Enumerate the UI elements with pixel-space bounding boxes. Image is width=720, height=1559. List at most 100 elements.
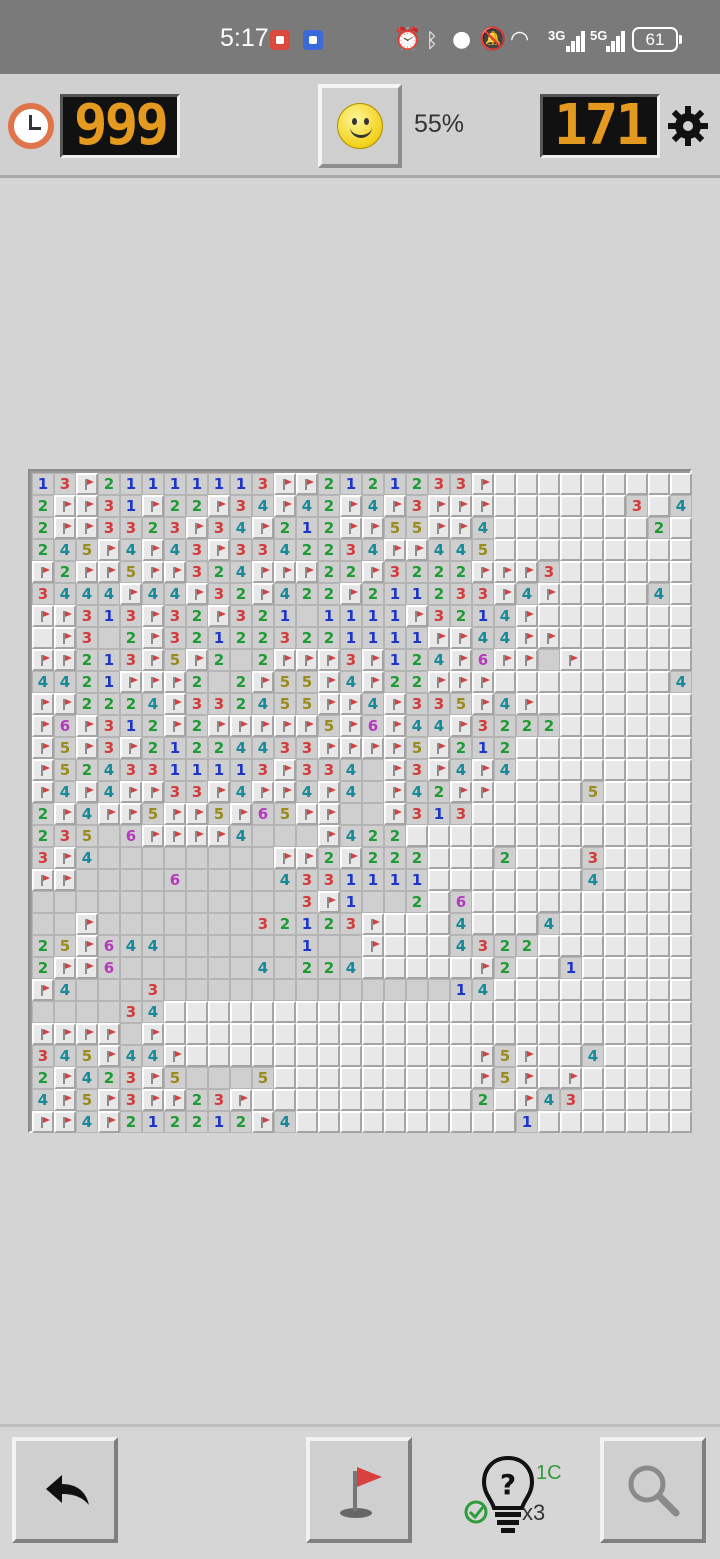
flagged-cell[interactable]	[32, 1023, 54, 1045]
number-cell[interactable]: 2	[406, 561, 428, 583]
empty-cell[interactable]	[186, 891, 208, 913]
empty-cell[interactable]	[362, 781, 384, 803]
flagged-cell[interactable]	[32, 605, 54, 627]
hidden-cell[interactable]	[582, 627, 604, 649]
hidden-cell[interactable]	[626, 759, 648, 781]
hidden-cell[interactable]	[604, 781, 626, 803]
number-cell[interactable]: 2	[318, 473, 340, 495]
number-cell[interactable]: 4	[362, 539, 384, 561]
hidden-cell[interactable]	[626, 737, 648, 759]
empty-cell[interactable]	[98, 825, 120, 847]
hidden-cell[interactable]	[582, 1001, 604, 1023]
number-cell[interactable]: 4	[296, 495, 318, 517]
flagged-cell[interactable]	[54, 627, 76, 649]
flagged-cell[interactable]	[384, 759, 406, 781]
empty-cell[interactable]	[142, 869, 164, 891]
empty-cell[interactable]	[186, 979, 208, 1001]
number-cell[interactable]: 1	[208, 759, 230, 781]
hidden-cell[interactable]	[362, 1045, 384, 1067]
hidden-cell[interactable]	[626, 693, 648, 715]
number-cell[interactable]: 2	[296, 627, 318, 649]
number-cell[interactable]: 4	[670, 671, 692, 693]
hidden-cell[interactable]	[406, 1045, 428, 1067]
hidden-cell[interactable]	[428, 957, 450, 979]
hidden-cell[interactable]	[626, 847, 648, 869]
hidden-cell[interactable]	[318, 1067, 340, 1089]
hidden-cell[interactable]	[560, 715, 582, 737]
number-cell[interactable]: 2	[494, 957, 516, 979]
number-cell[interactable]: 2	[32, 825, 54, 847]
hidden-cell[interactable]	[648, 825, 670, 847]
number-cell[interactable]: 2	[362, 825, 384, 847]
number-cell[interactable]: 3	[186, 539, 208, 561]
hidden-cell[interactable]	[230, 1001, 252, 1023]
flagged-cell[interactable]	[32, 759, 54, 781]
undo-button[interactable]	[12, 1437, 118, 1543]
number-cell[interactable]: 4	[230, 781, 252, 803]
number-cell[interactable]: 3	[472, 715, 494, 737]
number-cell[interactable]: 2	[362, 847, 384, 869]
number-cell[interactable]: 6	[252, 803, 274, 825]
flagged-cell[interactable]	[252, 517, 274, 539]
number-cell[interactable]: 4	[54, 583, 76, 605]
empty-cell[interactable]	[98, 913, 120, 935]
hidden-cell[interactable]	[626, 825, 648, 847]
hidden-cell[interactable]	[318, 1045, 340, 1067]
number-cell[interactable]: 3	[252, 913, 274, 935]
number-cell[interactable]: 3	[428, 605, 450, 627]
hidden-cell[interactable]	[560, 561, 582, 583]
number-cell[interactable]: 3	[164, 627, 186, 649]
hidden-cell[interactable]	[186, 1001, 208, 1023]
hidden-cell[interactable]	[560, 517, 582, 539]
hidden-cell[interactable]	[164, 1023, 186, 1045]
number-cell[interactable]: 4	[76, 1067, 98, 1089]
hidden-cell[interactable]	[626, 715, 648, 737]
hidden-cell[interactable]	[538, 517, 560, 539]
hidden-cell[interactable]	[516, 473, 538, 495]
hidden-cell[interactable]	[208, 1023, 230, 1045]
hidden-cell[interactable]	[472, 869, 494, 891]
hidden-cell[interactable]	[604, 913, 626, 935]
flagged-cell[interactable]	[384, 803, 406, 825]
number-cell[interactable]: 2	[318, 495, 340, 517]
hidden-cell[interactable]	[538, 1023, 560, 1045]
number-cell[interactable]: 3	[406, 759, 428, 781]
number-cell[interactable]: 2	[450, 561, 472, 583]
number-cell[interactable]: 2	[318, 847, 340, 869]
number-cell[interactable]: 6	[450, 891, 472, 913]
flagged-cell[interactable]	[186, 825, 208, 847]
flagged-cell[interactable]	[142, 495, 164, 517]
number-cell[interactable]: 3	[472, 583, 494, 605]
hidden-cell[interactable]	[648, 847, 670, 869]
hidden-cell[interactable]	[494, 671, 516, 693]
empty-cell[interactable]	[98, 869, 120, 891]
hidden-cell[interactable]	[670, 517, 692, 539]
number-cell[interactable]: 1	[384, 869, 406, 891]
hidden-cell[interactable]	[626, 627, 648, 649]
number-cell[interactable]: 5	[208, 803, 230, 825]
flagged-cell[interactable]	[76, 561, 98, 583]
empty-cell[interactable]	[318, 935, 340, 957]
number-cell[interactable]: 3	[230, 539, 252, 561]
number-cell[interactable]: 2	[32, 957, 54, 979]
number-cell[interactable]: 2	[252, 627, 274, 649]
hidden-cell[interactable]	[626, 1045, 648, 1067]
hidden-cell[interactable]	[362, 1067, 384, 1089]
hidden-cell[interactable]	[670, 847, 692, 869]
flagged-cell[interactable]	[340, 737, 362, 759]
hidden-cell[interactable]	[516, 979, 538, 1001]
number-cell[interactable]: 1	[296, 935, 318, 957]
hidden-cell[interactable]	[450, 957, 472, 979]
hidden-cell[interactable]	[648, 1023, 670, 1045]
empty-cell[interactable]	[76, 979, 98, 1001]
hidden-cell[interactable]	[362, 1111, 384, 1133]
hidden-cell[interactable]	[538, 1111, 560, 1133]
number-cell[interactable]: 6	[98, 935, 120, 957]
number-cell[interactable]: 4	[32, 1089, 54, 1111]
flagged-cell[interactable]	[142, 1023, 164, 1045]
hidden-cell[interactable]	[516, 803, 538, 825]
empty-cell[interactable]	[142, 913, 164, 935]
flagged-cell[interactable]	[406, 605, 428, 627]
hidden-cell[interactable]	[648, 803, 670, 825]
number-cell[interactable]: 2	[208, 737, 230, 759]
